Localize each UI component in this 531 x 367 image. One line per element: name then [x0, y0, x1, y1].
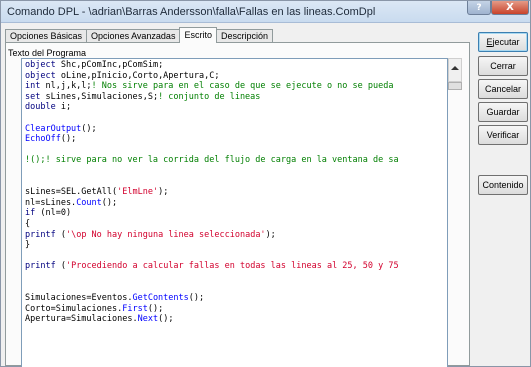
code-token: Shc,pComInc,pComSim; — [55, 60, 164, 70]
code-token: i; — [55, 102, 72, 113]
code-line: ClearOutput(); — [25, 124, 399, 135]
code-token: object — [25, 70, 56, 81]
scrollbar-up-button[interactable] — [448, 58, 462, 82]
code-token: ( — [55, 261, 66, 272]
code-token: ! conjunto de lineas — [158, 91, 261, 102]
code-line: EchoOff(); — [25, 134, 399, 145]
code-token: (); — [188, 293, 205, 304]
code-token: set — [25, 91, 41, 102]
code-text: object Shc,pComInc,pComSim; object oLine,… — [25, 60, 399, 325]
code-token: ! Nos sirve para en el caso de que se ej… — [91, 81, 394, 92]
code-token: Next — [137, 314, 159, 325]
code-line: double i; — [25, 102, 399, 113]
code-token: !();! sirve para no ver la corrida del f… — [25, 155, 399, 166]
tab-basic-options[interactable]: Opciones Básicas — [5, 29, 88, 43]
code-token: double — [25, 102, 56, 113]
execute-label-rest: jecutar — [492, 37, 520, 47]
tab-description[interactable]: Descripción — [215, 29, 273, 43]
code-token: ); — [265, 229, 276, 240]
code-token: object — [25, 60, 56, 70]
code-token: int — [25, 81, 41, 92]
dpl-command-window: Comando DPL - \adrian\Barras Andersson\f… — [0, 0, 531, 367]
code-token: ); — [158, 187, 169, 198]
code-line: Corto=Simulaciones.First(); — [25, 304, 399, 315]
code-token: printf — [25, 229, 56, 240]
code-token: First — [122, 303, 148, 314]
code-token: { — [25, 218, 31, 229]
code-token: sLines,Simulaciones,S; — [40, 91, 159, 102]
help-icon[interactable]: ? — [467, 1, 491, 15]
code-token: '\op No hay ninguna linea seleccionada' — [65, 229, 266, 240]
code-token: Corto=Simulaciones. — [25, 303, 123, 314]
code-token: } — [25, 240, 31, 251]
code-token: if — [25, 208, 36, 219]
code-line: printf ('\op No hay ninguna linea selecc… — [25, 230, 399, 241]
code-token: nl=sLines. — [25, 197, 77, 208]
tab-advanced-options[interactable]: Opciones Avanzadas — [86, 29, 181, 43]
code-token: Simulaciones=Eventos. — [25, 293, 133, 304]
code-line: nl=sLines.Count(); — [25, 198, 399, 209]
execute-button[interactable]: Ejecutar — [478, 32, 528, 52]
code-token: Count — [76, 197, 102, 208]
close-button[interactable]: Cerrar — [478, 56, 528, 76]
title-bar[interactable]: Comando DPL - \adrian\Barras Andersson\f… — [1, 1, 530, 23]
code-token: 'ElmLne' — [117, 187, 159, 198]
tab-strip: Opciones Básicas Opciones Avanzadas Escr… — [5, 27, 273, 43]
code-token: (); — [147, 303, 164, 314]
scrollbar-thumb[interactable] — [448, 82, 462, 90]
code-token: GetContents — [132, 293, 189, 304]
code-line: object oLine,pInicio,Corto,Apertura,C; — [25, 71, 399, 82]
code-token: Apertura=Simulaciones. — [25, 314, 138, 325]
window-title: Comando DPL - \adrian\Barras Andersson\f… — [7, 6, 376, 18]
code-line: set sLines,Simulaciones,S;! conjunto de … — [25, 92, 399, 103]
code-token: ( — [55, 229, 66, 240]
code-line: sLines=SEL.GetAll('ElmLne'); — [25, 187, 399, 198]
contents-button[interactable]: Contenido — [478, 175, 528, 195]
program-text-label: Texto del Programa — [8, 48, 87, 58]
code-token: nl,j,k,l; — [40, 81, 92, 92]
arrow-up-icon — [451, 66, 459, 70]
code-token: printf — [25, 261, 56, 272]
code-line: { — [25, 219, 399, 230]
close-icon[interactable]: X — [491, 1, 529, 15]
code-token: (); — [60, 134, 77, 145]
code-token: (); — [81, 123, 97, 134]
code-token: ClearOutput — [25, 123, 82, 134]
code-line: Apertura=Simulaciones.Next(); — [25, 314, 399, 325]
code-token: oLine,pInicio,Corto,Apertura,C; — [55, 70, 220, 81]
code-token: (); — [101, 197, 118, 208]
code-token: sLines=SEL.GetAll( — [25, 187, 118, 198]
save-button[interactable]: Guardar — [478, 102, 528, 122]
code-token: 'Procediendo a calcular fallas en todas … — [65, 261, 399, 272]
code-token: (nl=0) — [35, 208, 72, 219]
code-line: Simulaciones=Eventos.GetContents(); — [25, 293, 399, 304]
code-line: !();! sirve para no ver la corrida del f… — [25, 155, 399, 166]
code-line: if (nl=0) — [25, 208, 399, 219]
verify-button[interactable]: Verificar — [478, 125, 528, 145]
code-line: printf ('Procediendo a calcular fallas e… — [25, 261, 399, 272]
code-token: (); — [158, 314, 174, 325]
tab-script[interactable]: Escrito — [179, 27, 217, 43]
code-line: object Shc,pComInc,pComSim; — [25, 60, 399, 71]
cancel-button[interactable]: Cancelar — [478, 79, 528, 99]
code-token: EchoOff — [25, 134, 61, 145]
code-line: int nl,j,k,l;! Nos sirve para en el caso… — [25, 81, 399, 92]
code-line: } — [25, 240, 399, 251]
code-editor[interactable]: object Shc,pComInc,pComSim; object oLine,… — [21, 58, 448, 367]
